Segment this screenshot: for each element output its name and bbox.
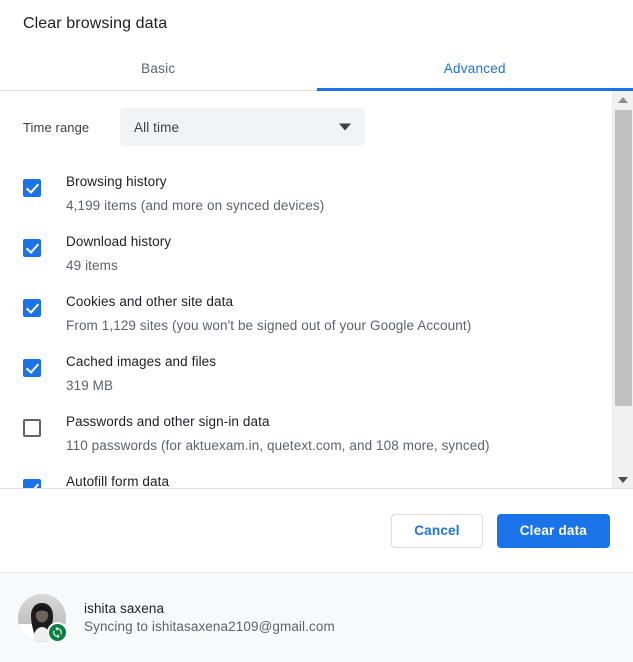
checkbox-browsing-history[interactable] (23, 179, 41, 197)
list-item-subtitle: 4,199 items (and more on synced devices) (66, 198, 325, 213)
list-item-cached-images[interactable]: Cached images and files 319 MB (0, 346, 612, 406)
checkbox-autofill[interactable] (23, 479, 41, 488)
list-item-title: Browsing history (66, 174, 167, 189)
checkbox-download-history[interactable] (23, 239, 41, 257)
list-item-autofill[interactable]: Autofill form data (0, 466, 612, 488)
clear-browsing-data-dialog: Clear browsing data Basic Advanced Time … (0, 0, 633, 662)
sync-refresh-icon (53, 626, 62, 638)
list-item-text: Autofill form data (66, 466, 169, 488)
time-range-label: Time range (23, 119, 90, 135)
scroll-up-button[interactable] (613, 91, 633, 108)
clear-data-button[interactable]: Clear data (496, 513, 610, 548)
dialog-action-bar: Cancel Clear data (0, 488, 633, 572)
time-range-select[interactable]: All time (120, 108, 365, 146)
cancel-button[interactable]: Cancel (391, 513, 483, 548)
time-range-value: All time (134, 119, 180, 135)
list-item-subtitle: From 1,129 sites (you won't be signed ou… (66, 318, 472, 333)
list-item-subtitle: 110 passwords (for aktuexam.in, quetext.… (66, 438, 490, 453)
list-item-title: Cookies and other site data (66, 294, 234, 309)
dialog-header: Clear browsing data (0, 0, 633, 47)
tabstrip: Basic Advanced (0, 47, 633, 91)
list-item-title: Download history (66, 234, 172, 249)
data-type-list: Browsing history 4,199 items (and more o… (0, 146, 612, 488)
scroll-down-arrow-icon (618, 476, 628, 483)
scrollbar-thumb[interactable] (615, 110, 632, 406)
account-name: ishita saxena (84, 601, 165, 616)
tab-basic[interactable]: Basic (0, 47, 317, 90)
scroll-content: Time range All time Browsing history 4,1… (0, 91, 612, 488)
scroll-up-arrow-icon (618, 96, 628, 103)
avatar-wrapper (18, 593, 68, 643)
sync-badge (47, 621, 68, 643)
list-item-cookies[interactable]: Cookies and other site data From 1,129 s… (0, 286, 612, 346)
list-item-title: Passwords and other sign-in data (66, 414, 270, 429)
tab-advanced[interactable]: Advanced (316, 47, 633, 91)
list-item-passwords[interactable]: Passwords and other sign-in data 110 pas… (0, 406, 612, 466)
list-item-subtitle: 49 items (66, 258, 118, 273)
account-text: ishita saxena Syncing to ishitasaxena210… (84, 601, 335, 634)
account-sync-status: Syncing to ishitasaxena2109@gmail.com (84, 619, 335, 634)
list-item-text: Download history 49 items (66, 226, 171, 276)
chevron-down-icon (339, 123, 351, 131)
list-item-download-history[interactable]: Download history 49 items (0, 226, 612, 286)
time-range-row: Time range All time (0, 91, 612, 146)
vertical-scrollbar[interactable] (612, 91, 633, 488)
scroll-down-button[interactable] (613, 471, 633, 488)
checkbox-cookies[interactable] (23, 299, 41, 317)
dialog-body: Time range All time Browsing history 4,1… (0, 91, 633, 488)
list-item-text: Cached images and files 319 MB (66, 346, 216, 396)
checkbox-cached-images[interactable] (23, 359, 41, 377)
list-item-subtitle: 319 MB (66, 378, 114, 393)
list-item-title: Autofill form data (66, 474, 170, 488)
checkbox-passwords[interactable] (23, 419, 41, 437)
tab-advanced-label: Advanced (443, 61, 506, 76)
list-item-browsing-history[interactable]: Browsing history 4,199 items (and more o… (0, 166, 612, 226)
list-item-title: Cached images and files (66, 354, 217, 369)
tab-basic-label: Basic (141, 61, 176, 76)
list-item-text: Passwords and other sign-in data 110 pas… (66, 406, 490, 456)
account-footer: ishita saxena Syncing to ishitasaxena210… (0, 572, 633, 662)
list-item-text: Browsing history 4,199 items (and more o… (66, 166, 324, 216)
page-title: Clear browsing data (23, 14, 168, 32)
list-item-text: Cookies and other site data From 1,129 s… (66, 286, 471, 336)
